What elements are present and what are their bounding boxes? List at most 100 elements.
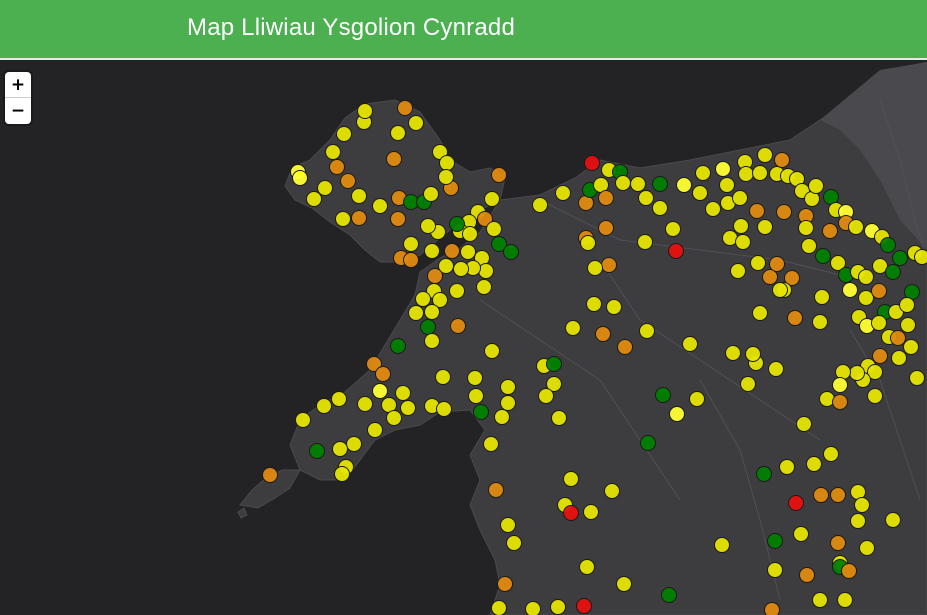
school-marker-yellow[interactable] [732,190,748,206]
school-marker-yellow[interactable] [871,315,887,331]
school-marker-yellow[interactable] [525,601,541,615]
school-marker-yellow[interactable] [336,126,352,142]
school-marker-yellow[interactable] [604,483,620,499]
school-marker-yellow[interactable] [331,391,347,407]
school-marker-yellow[interactable] [735,234,751,250]
school-marker-orange[interactable] [403,252,419,268]
school-marker-yellow[interactable] [317,180,333,196]
school-marker-yellow[interactable] [615,175,631,191]
school-marker-yellow[interactable] [346,436,362,452]
school-marker-yellow[interactable] [772,282,788,298]
school-marker-yellow[interactable] [420,218,436,234]
school-marker-yellow[interactable] [494,409,510,425]
school-marker-yellow[interactable] [438,169,454,185]
school-marker-orange[interactable] [749,203,765,219]
school-marker-yellow[interactable] [372,383,388,399]
school-marker-yellow[interactable] [812,592,828,608]
school-marker-yellow[interactable] [903,339,919,355]
school-marker-yellow[interactable] [580,235,596,251]
school-marker-yellow[interactable] [372,198,388,214]
school-marker-yellow[interactable] [715,161,731,177]
school-marker-yellow[interactable] [832,377,848,393]
school-marker-yellow[interactable] [676,177,692,193]
school-marker-yellow[interactable] [854,497,870,513]
school-marker-red[interactable] [668,243,684,259]
school-marker-yellow[interactable] [415,291,431,307]
school-marker-red[interactable] [576,598,592,614]
school-marker-yellow[interactable] [616,576,632,592]
school-marker-yellow[interactable] [332,441,348,457]
school-marker-yellow[interactable] [867,388,883,404]
school-marker-yellow[interactable] [848,219,864,235]
map-canvas[interactable] [0,62,927,615]
school-marker-orange[interactable] [351,210,367,226]
school-marker-yellow[interactable] [793,526,809,542]
school-marker-yellow[interactable] [478,263,494,279]
school-marker-yellow[interactable] [725,345,741,361]
school-marker-green[interactable] [420,319,436,335]
school-marker-yellow[interactable] [395,385,411,401]
school-marker-yellow[interactable] [506,535,522,551]
school-marker-orange[interactable] [776,204,792,220]
school-marker-yellow[interactable] [652,200,668,216]
school-marker-green[interactable] [661,587,677,603]
school-marker-orange[interactable] [497,576,513,592]
school-marker-yellow[interactable] [750,255,766,271]
school-marker-yellow[interactable] [900,317,916,333]
school-marker-red[interactable] [584,155,600,171]
school-marker-orange[interactable] [262,467,278,483]
school-marker-orange[interactable] [617,339,633,355]
school-marker-orange[interactable] [871,283,887,299]
school-marker-green[interactable] [815,248,831,264]
school-marker-yellow[interactable] [637,234,653,250]
school-marker-yellow[interactable] [752,305,768,321]
school-marker-yellow[interactable] [583,504,599,520]
school-marker-yellow[interactable] [453,261,469,277]
school-marker-yellow[interactable] [606,299,622,315]
school-marker-orange[interactable] [787,310,803,326]
zoom-out-button[interactable]: − [5,98,31,124]
school-marker-yellow[interactable] [306,191,322,207]
school-marker-orange[interactable] [601,257,617,273]
school-marker-yellow[interactable] [638,190,654,206]
school-marker-yellow[interactable] [796,416,812,432]
school-marker-yellow[interactable] [435,369,451,385]
school-marker-orange[interactable] [764,602,780,615]
school-marker-yellow[interactable] [891,350,907,366]
school-marker-green[interactable] [880,237,896,253]
school-marker-green[interactable] [885,264,901,280]
school-marker-orange[interactable] [598,220,614,236]
school-marker-yellow[interactable] [695,165,711,181]
school-marker-orange[interactable] [830,535,846,551]
zoom-in-button[interactable]: + [5,72,31,98]
school-marker-yellow[interactable] [752,165,768,181]
school-marker-green[interactable] [390,338,406,354]
school-marker-yellow[interactable] [639,323,655,339]
school-marker-yellow[interactable] [467,370,483,386]
school-marker-yellow[interactable] [500,517,516,533]
school-marker-yellow[interactable] [757,219,773,235]
school-marker-yellow[interactable] [859,540,875,556]
school-marker-yellow[interactable] [408,115,424,131]
school-marker-green[interactable] [449,216,465,232]
school-marker-orange[interactable] [799,567,815,583]
school-marker-yellow[interactable] [850,513,866,529]
school-marker-green[interactable] [546,356,562,372]
school-marker-yellow[interactable] [814,289,830,305]
school-marker-yellow[interactable] [408,305,424,321]
school-marker-yellow[interactable] [849,365,865,381]
school-marker-yellow[interactable] [403,236,419,252]
school-marker-orange[interactable] [832,394,848,410]
school-marker-yellow[interactable] [357,396,373,412]
school-marker-yellow[interactable] [476,279,492,295]
school-marker-orange[interactable] [890,330,906,346]
school-marker-yellow[interactable] [692,185,708,201]
school-marker-green[interactable] [892,250,908,266]
school-marker-orange[interactable] [769,256,785,272]
school-marker-yellow[interactable] [500,395,516,411]
school-marker-yellow[interactable] [768,361,784,377]
school-marker-yellow[interactable] [563,471,579,487]
school-marker-yellow[interactable] [460,244,476,260]
school-marker-orange[interactable] [595,326,611,342]
school-marker-yellow[interactable] [491,600,507,615]
